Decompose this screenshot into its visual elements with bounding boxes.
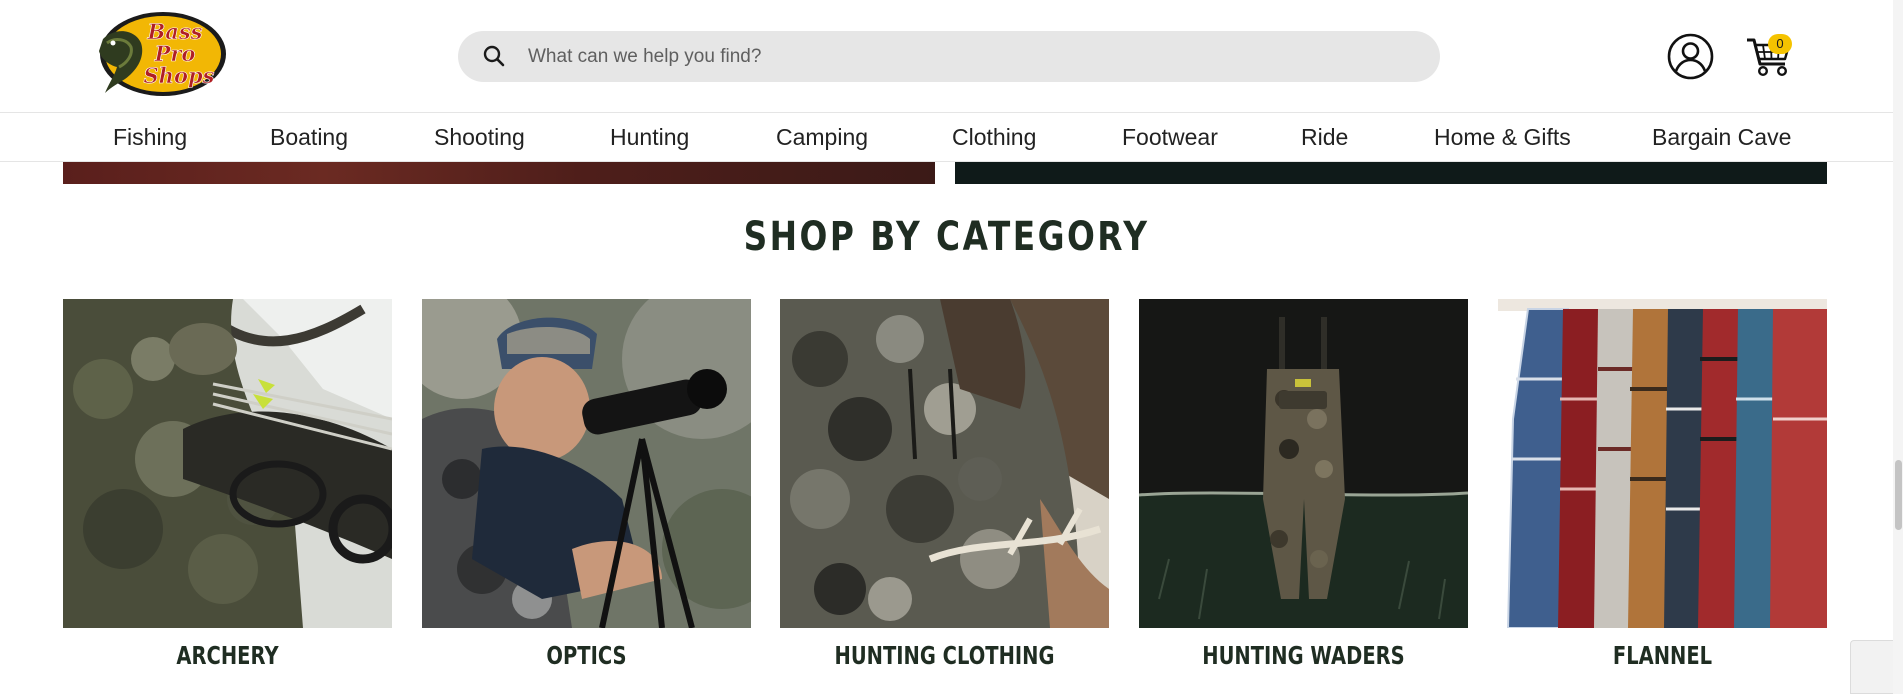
cart-count-badge[interactable]: 0 [1768,34,1792,54]
page-scrollbar-track[interactable] [1893,0,1903,694]
nav-item-clothing[interactable]: Clothing [952,113,1036,161]
search-bar[interactable] [458,31,1440,82]
main-navigation: Fishing Boating Shooting Hunting Camping… [0,112,1893,162]
category-card-optics[interactable]: OPTICS [402,279,782,670]
category-label-flannel[interactable]: FLANNEL [1534,641,1791,670]
flannel-image[interactable] [1498,299,1827,629]
page-scrollbar-thumb[interactable] [1895,460,1902,530]
category-card-hunting-clothing[interactable]: HUNTING CLOTHING [780,299,1109,670]
category-label-hunting-clothing[interactable]: HUNTING CLOTHING [816,641,1073,670]
category-card-flannel[interactable]: FLANNEL [1498,299,1827,670]
nav-item-ride[interactable]: Ride [1301,113,1348,161]
category-label-optics[interactable]: OPTICS [458,641,715,670]
optics-image[interactable] [402,279,782,629]
nav-item-home-gifts[interactable]: Home & Gifts [1434,113,1571,161]
hunting-clothing-image[interactable] [780,299,1109,628]
hunting-waders-image[interactable] [1138,299,1469,628]
nav-item-shooting[interactable]: Shooting [434,113,525,161]
user-circle-icon[interactable] [1667,33,1714,80]
section-title: SHOP BY CATEGORY [743,214,1150,260]
category-label-hunting-waders[interactable]: HUNTING WADERS [1175,641,1432,670]
nav-item-fishing[interactable]: Fishing [113,113,187,161]
bass-pro-shops-logo[interactable]: Bass Pro Shops [95,9,228,99]
hero-banner-right[interactable] [955,160,1827,184]
archery-image[interactable] [63,299,398,628]
site-header: Bass Pro Shops 0 [0,0,1893,112]
nav-item-hunting[interactable]: Hunting [610,113,689,161]
category-label-archery[interactable]: ARCHERY [99,641,356,670]
nav-item-camping[interactable]: Camping [776,113,868,161]
category-card-archery[interactable]: ARCHERY [63,299,398,670]
search-icon[interactable] [482,44,506,68]
hero-banner-left[interactable] [63,160,935,184]
nav-item-boating[interactable]: Boating [270,113,348,161]
nav-item-footwear[interactable]: Footwear [1122,113,1218,161]
feedback-tab[interactable] [1850,640,1893,694]
nav-item-bargain-cave[interactable]: Bargain Cave [1652,113,1791,161]
category-card-hunting-waders[interactable]: HUNTING WADERS [1138,299,1469,670]
logo-text-shops: Shops [144,63,215,88]
search-input[interactable] [528,31,1408,82]
